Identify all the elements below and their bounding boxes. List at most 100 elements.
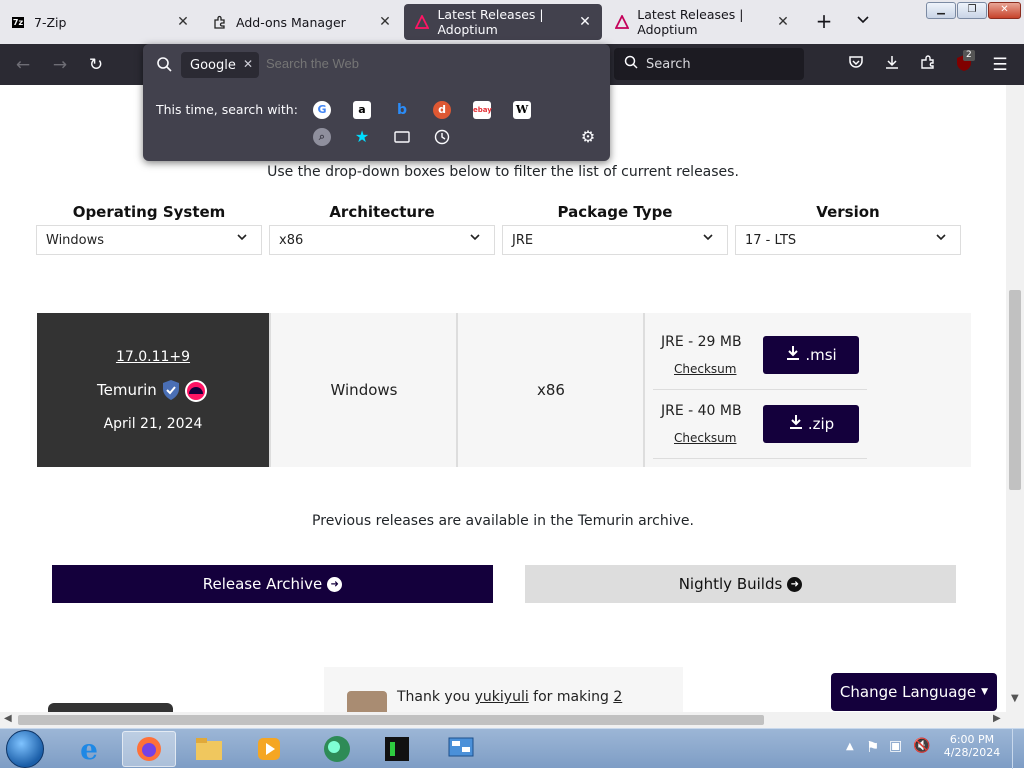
- chevron-down-icon: [468, 230, 482, 248]
- tabs-icon[interactable]: [393, 128, 411, 146]
- contributor-link[interactable]: yukiyuli: [475, 689, 529, 705]
- vendor-name: Temurin: [97, 381, 157, 399]
- list-all-tabs-chevron-icon[interactable]: [855, 12, 873, 32]
- os-filter-label: Operating System: [72, 203, 226, 221]
- arrow-circle-right-icon: ➜: [787, 576, 803, 592]
- ublock-shield-icon[interactable]: 2: [953, 50, 975, 76]
- bing-engine-icon[interactable]: b: [393, 101, 411, 119]
- downloads-icon[interactable]: [881, 54, 903, 76]
- release-table-row: 17.0.11+9 Temurin April 21, 2024 Windows…: [37, 313, 971, 467]
- menu-hamburger-icon[interactable]: ☰: [989, 54, 1011, 76]
- bookmarks-star-icon[interactable]: ★: [353, 128, 371, 146]
- os-select[interactable]: Windows: [36, 225, 262, 255]
- checksum-link[interactable]: Checksum: [674, 431, 736, 445]
- horizontal-scroll-thumb[interactable]: [18, 715, 764, 725]
- extensions-puzzle-icon[interactable]: [917, 54, 939, 76]
- urlbar-popup: Google ✕ This time, search with: G a b d…: [143, 44, 610, 161]
- clock-time: 6:00 PM: [949, 733, 995, 746]
- search-engine-chip[interactable]: Google ✕: [181, 52, 259, 78]
- close-tab-icon[interactable]: ✕: [576, 13, 594, 31]
- release-archive-button[interactable]: Release Archive ➜: [52, 565, 493, 603]
- close-tab-icon[interactable]: ✕: [376, 13, 394, 31]
- new-tab-plus-icon[interactable]: +: [814, 11, 834, 33]
- arrow-circle-right-icon: ➜: [327, 576, 343, 592]
- forward-arrow-icon[interactable]: →: [49, 54, 71, 76]
- download-msi-label: .msi: [805, 346, 837, 364]
- globe-app-icon[interactable]: [310, 731, 364, 767]
- release-version-link[interactable]: 17.0.11+9: [37, 349, 269, 365]
- scroll-down-arrow-icon[interactable]: ▼: [1011, 693, 1019, 704]
- network-icon[interactable]: ▣: [889, 738, 902, 754]
- duckduckgo-engine-icon[interactable]: d: [433, 101, 451, 119]
- control-panel-icon[interactable]: [434, 731, 488, 767]
- puzzle-icon: [212, 14, 228, 30]
- vertical-scrollbar[interactable]: ▼: [1006, 85, 1024, 712]
- change-language-label: Change Language: [839, 683, 977, 701]
- search-engine-generic-icon[interactable]: ⌕: [313, 128, 331, 146]
- release-os: Windows: [330, 381, 398, 399]
- history-clock-icon[interactable]: [433, 128, 451, 146]
- show-desktop-button[interactable]: [1012, 729, 1024, 769]
- horizontal-scrollbar[interactable]: ◀ ▶: [0, 712, 1024, 728]
- toolbar-search-box[interactable]: Search: [614, 48, 804, 80]
- terminal-app-icon[interactable]: [370, 731, 424, 767]
- extension-badge: 2: [963, 50, 975, 61]
- urlbar-input[interactable]: [266, 56, 466, 71]
- search-settings-gear-icon[interactable]: ⚙: [579, 128, 597, 146]
- wikipedia-engine-icon[interactable]: W: [513, 101, 531, 119]
- thanks-prefix: Thank you: [397, 689, 471, 705]
- package-separator: [653, 458, 867, 459]
- change-language-button[interactable]: Change Language ▼: [831, 673, 997, 711]
- arch-select-value: x86: [279, 233, 304, 248]
- windows-start-icon[interactable]: [6, 730, 44, 768]
- download-zip-label: .zip: [807, 415, 835, 433]
- search-icon: [624, 55, 638, 73]
- chevron-down-icon: [934, 230, 948, 248]
- firefox-icon[interactable]: [122, 731, 176, 767]
- version-select[interactable]: 17 - LTS: [735, 225, 961, 255]
- tab-addons-manager[interactable]: Add-ons Manager ✕: [202, 0, 402, 44]
- close-window-icon[interactable]: ✕: [988, 2, 1021, 19]
- tab-latest-releases-active[interactable]: Latest Releases | Adoptium ✕: [404, 4, 602, 40]
- version-select-value: 17 - LTS: [745, 233, 797, 248]
- pocket-icon[interactable]: [845, 54, 867, 76]
- release-date: April 21, 2024: [103, 416, 203, 432]
- arch-select[interactable]: x86: [269, 225, 495, 255]
- checksum-link[interactable]: Checksum: [674, 362, 736, 376]
- thanks-text: Thank you yukiyuli for making 2: [397, 689, 622, 705]
- 7zip-icon: 7z: [11, 16, 25, 28]
- remove-engine-icon[interactable]: ✕: [243, 57, 253, 71]
- internet-explorer-icon[interactable]: e: [62, 731, 116, 767]
- file-explorer-folder-icon[interactable]: [182, 731, 236, 767]
- download-msi-button[interactable]: .msi: [763, 336, 859, 374]
- scroll-left-arrow-icon[interactable]: ◀: [4, 713, 12, 724]
- close-tab-icon[interactable]: ✕: [174, 13, 192, 31]
- amazon-engine-icon[interactable]: a: [353, 101, 371, 119]
- tab-latest-releases[interactable]: Latest Releases | Adoptium ✕: [604, 0, 800, 44]
- download-zip-button[interactable]: .zip: [763, 405, 859, 443]
- media-player-icon[interactable]: [242, 731, 296, 767]
- tab-7zip[interactable]: 7z 7-Zip ✕: [0, 0, 200, 44]
- tab-title: 7-Zip: [34, 14, 67, 30]
- contributor-avatar: [347, 691, 387, 712]
- scroll-right-arrow-icon[interactable]: ▶: [993, 713, 1001, 724]
- contribution-count-link[interactable]: 2: [613, 689, 622, 705]
- ebay-engine-icon[interactable]: ebay: [473, 101, 492, 119]
- close-tab-icon[interactable]: ✕: [774, 13, 792, 31]
- search-engine-name: Google: [190, 57, 236, 73]
- toolbar-search-placeholder: Search: [646, 56, 691, 72]
- volume-muted-icon[interactable]: 🔇: [913, 738, 930, 754]
- nightly-builds-button[interactable]: Nightly Builds ➜: [525, 565, 956, 603]
- os-select-value: Windows: [46, 233, 105, 248]
- vertical-scroll-thumb[interactable]: [1009, 290, 1021, 490]
- restore-window-icon[interactable]: ❐: [957, 2, 987, 19]
- show-hidden-icons-arrow-icon[interactable]: ▲: [846, 741, 854, 752]
- minimize-window-icon[interactable]: ▁: [926, 2, 956, 19]
- clock[interactable]: 6:00 PM 4/28/2024: [936, 733, 1008, 759]
- back-arrow-icon[interactable]: ←: [12, 54, 34, 76]
- action-center-flag-icon[interactable]: ⚑: [866, 738, 879, 756]
- reload-icon[interactable]: ↻: [85, 54, 107, 76]
- package-size-label: JRE - 29 MB: [661, 334, 742, 350]
- google-engine-icon[interactable]: G: [313, 101, 331, 119]
- package-type-select[interactable]: JRE: [502, 225, 728, 255]
